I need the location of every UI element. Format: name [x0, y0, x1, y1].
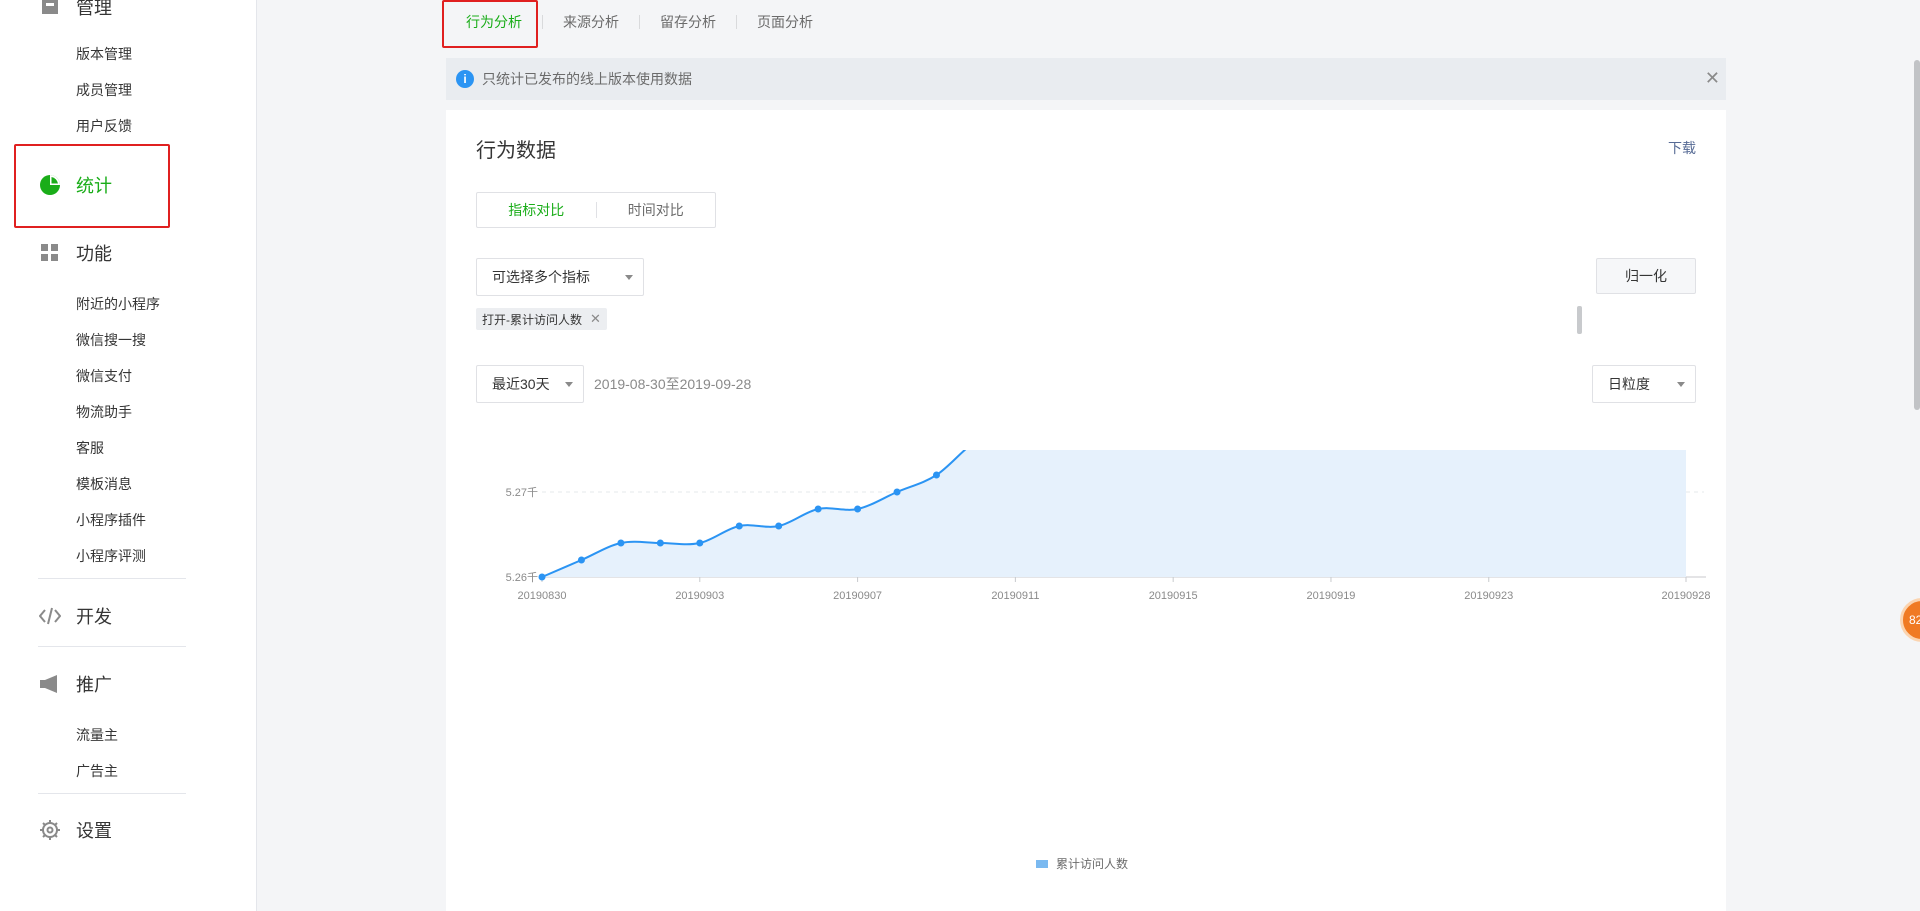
- chevron-down-icon: [625, 275, 633, 280]
- sidebar-divider: [38, 646, 186, 647]
- legend-swatch: [1036, 859, 1048, 868]
- notice-text: 只统计已发布的线上版本使用数据: [482, 71, 692, 87]
- scrollbar[interactable]: [1577, 306, 1582, 334]
- sidebar-group-label: 推广: [76, 675, 112, 695]
- sidebar-item-template[interactable]: 模板消息: [76, 474, 132, 494]
- y-tick-label: 5.26千: [506, 571, 538, 584]
- sidebar-group-settings[interactable]: 设置: [38, 817, 112, 843]
- metric-select[interactable]: 可选择多个指标: [476, 258, 644, 296]
- page-scrollbar[interactable]: [1914, 60, 1920, 410]
- sidebar-item-review[interactable]: 小程序评测: [76, 546, 146, 566]
- tab-metric-compare[interactable]: 指标对比: [477, 200, 596, 220]
- data-point: [656, 539, 664, 547]
- metric-tag-label: 打开-累计访问人数: [482, 312, 582, 327]
- highlight-box-stats: [14, 144, 170, 228]
- series-area: [542, 450, 1686, 577]
- sidebar-item-advertiser[interactable]: 广告主: [76, 761, 118, 781]
- data-point: [696, 539, 704, 547]
- x-tick-label: 20190919: [1306, 590, 1355, 602]
- compare-tabs: 指标对比 时间对比: [476, 192, 716, 228]
- float-badge-text: 82: [1909, 613, 1920, 627]
- metric-select-value: 可选择多个指标: [492, 269, 590, 285]
- sidebar-group-manage[interactable]: 管理: [38, 0, 112, 20]
- notice-bar: i 只统计已发布的线上版本使用数据 ✕: [446, 58, 1726, 100]
- x-tick-label: 20190903: [675, 590, 724, 602]
- tab-time-compare[interactable]: 时间对比: [597, 200, 716, 220]
- metric-tag: 打开-累计访问人数 ✕: [476, 308, 607, 330]
- data-point: [577, 556, 585, 564]
- sidebar-group-label: 功能: [76, 244, 112, 264]
- legend-label: 累计访问人数: [1056, 857, 1129, 871]
- tab-page[interactable]: 页面分析: [737, 12, 833, 32]
- float-badge[interactable]: 82: [1900, 598, 1920, 642]
- grid-icon: [38, 241, 62, 265]
- chart-legend[interactable]: 累计访问人数: [1036, 855, 1128, 872]
- sidebar-item-search[interactable]: 微信搜一搜: [76, 330, 146, 350]
- x-tick-label: 20190915: [1149, 590, 1198, 602]
- info-icon: i: [456, 70, 474, 88]
- sidebar-group-label: 设置: [76, 821, 112, 841]
- tab-retention[interactable]: 留存分析: [640, 12, 736, 32]
- x-tick-label: 20190907: [833, 590, 882, 602]
- x-tick-label: 20190830: [518, 590, 567, 602]
- sidebar-item-version[interactable]: 版本管理: [76, 44, 132, 64]
- sidebar-item-members[interactable]: 成员管理: [76, 80, 132, 100]
- data-point: [775, 522, 783, 530]
- normalize-button[interactable]: 归一化: [1596, 258, 1696, 294]
- sidebar-item-feedback[interactable]: 用户反馈: [76, 116, 132, 136]
- data-point: [814, 505, 822, 513]
- sidebar-item-publisher[interactable]: 流量主: [76, 725, 118, 745]
- download-link[interactable]: 下载: [1668, 138, 1696, 158]
- data-point: [617, 539, 625, 547]
- sidebar-group-label: 管理: [76, 0, 112, 18]
- behavior-data-card: 行为数据 下载 指标对比 时间对比 可选择多个指标 归一化 打开-累计访问人数 …: [446, 110, 1726, 911]
- data-point: [932, 471, 940, 479]
- close-icon[interactable]: ✕: [1705, 68, 1720, 89]
- manage-icon: [38, 0, 62, 19]
- chevron-down-icon: [1677, 382, 1685, 387]
- card-title: 行为数据: [476, 140, 556, 162]
- sidebar-item-logistics[interactable]: 物流助手: [76, 402, 132, 422]
- data-point: [538, 573, 546, 581]
- tab-behavior[interactable]: 行为分析: [446, 12, 542, 32]
- close-icon[interactable]: ✕: [590, 311, 601, 327]
- granularity-select[interactable]: 日粒度: [1592, 365, 1696, 403]
- line-chart: 5.26千5.27千5.27千5.28千5.28千201908302019090…: [506, 450, 1711, 602]
- sidebar-group-develop[interactable]: 开发: [38, 603, 112, 629]
- sidebar: 管理 版本管理 成员管理 用户反馈 统计 功能 附近的小程序 微信搜一搜 微信支…: [0, 0, 257, 911]
- chevron-down-icon: [565, 382, 573, 387]
- gear-icon: [38, 818, 62, 842]
- y-tick-label: 5.27千: [506, 486, 538, 499]
- period-select[interactable]: 最近30天: [476, 365, 584, 403]
- x-tick-label: 20190911: [991, 590, 1039, 602]
- sidebar-group-promote[interactable]: 推广: [38, 671, 112, 697]
- code-icon: [38, 604, 62, 628]
- period-select-value: 最近30天: [492, 376, 550, 392]
- date-range-text: 2019-08-30至2019-09-28: [594, 376, 752, 392]
- megaphone-icon: [38, 672, 62, 696]
- data-point: [735, 522, 743, 530]
- granularity-select-value: 日粒度: [1608, 376, 1650, 392]
- sidebar-item-nearby[interactable]: 附近的小程序: [76, 294, 160, 314]
- sidebar-divider: [38, 793, 186, 794]
- sidebar-group-features[interactable]: 功能: [38, 240, 112, 266]
- analysis-tabs: 行为分析 来源分析 留存分析 页面分析: [446, 0, 833, 44]
- x-tick-label: 20190923: [1464, 590, 1513, 602]
- x-tick-label: 20190928: [1662, 590, 1711, 602]
- sidebar-item-pay[interactable]: 微信支付: [76, 366, 132, 386]
- sidebar-group-label: 开发: [76, 607, 112, 627]
- sidebar-item-plugin[interactable]: 小程序插件: [76, 510, 146, 530]
- data-point: [854, 505, 862, 513]
- tab-source[interactable]: 来源分析: [543, 12, 639, 32]
- sidebar-item-service[interactable]: 客服: [76, 438, 104, 458]
- sidebar-divider: [38, 578, 186, 579]
- data-point: [893, 488, 901, 496]
